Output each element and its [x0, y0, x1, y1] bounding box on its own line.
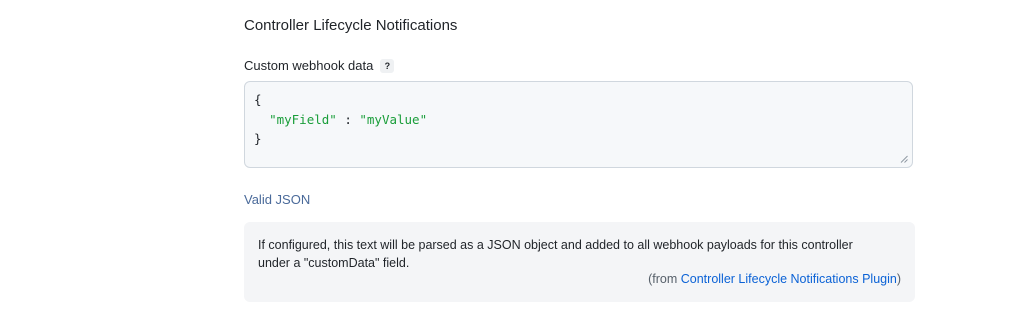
resize-grip-icon[interactable]: [900, 155, 908, 163]
question-icon[interactable]: ?: [380, 59, 395, 73]
help-source-prefix: (from: [648, 272, 681, 286]
custom-webhook-data-label: Custom webhook data: [244, 58, 374, 73]
json-validation-status: Valid JSON: [244, 192, 311, 207]
section-title: Controller Lifecycle Notifications: [244, 17, 458, 34]
code-value: "myValue": [359, 111, 428, 127]
code-key: "myField": [269, 111, 337, 127]
field-label-row: Custom webhook data ?: [244, 57, 395, 75]
custom-webhook-data-editor[interactable]: { "myField" : "myValue" }: [244, 81, 913, 168]
code-close-brace: }: [254, 131, 262, 146]
code-content[interactable]: { "myField" : "myValue" }: [254, 90, 427, 149]
help-text: If configured, this text will be parsed …: [258, 238, 853, 270]
help-box: If configured, this text will be parsed …: [244, 222, 915, 302]
code-separator: :: [336, 111, 360, 127]
help-source: (from Controller Lifecycle Notifications…: [648, 270, 901, 288]
help-source-suffix: ): [896, 272, 901, 286]
plugin-link[interactable]: Controller Lifecycle Notifications Plugi…: [681, 272, 897, 286]
code-open-brace: {: [254, 92, 262, 107]
